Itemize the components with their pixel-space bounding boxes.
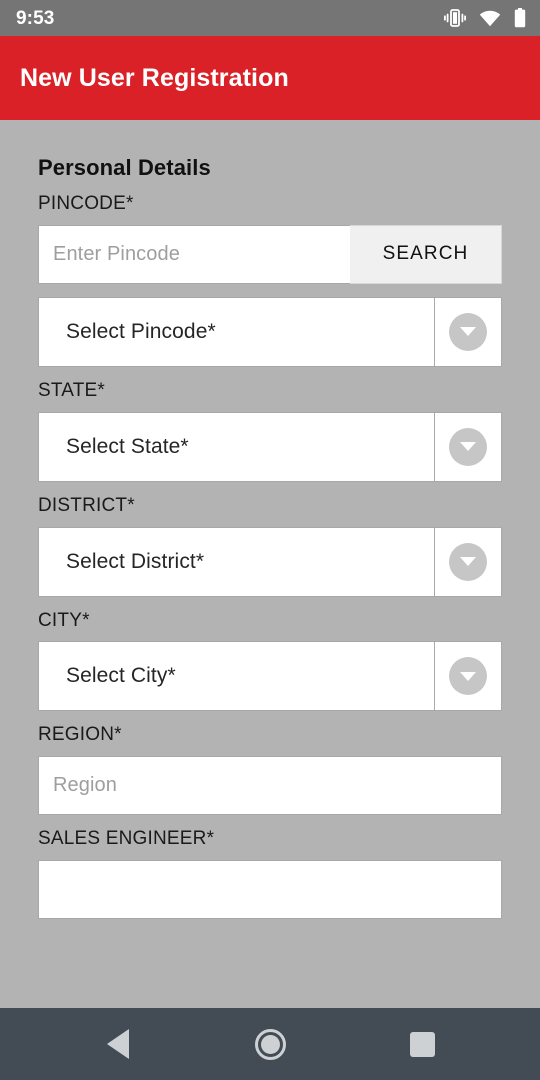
select-pincode-dropdown[interactable]: Select Pincode* (38, 296, 502, 367)
vibrate-icon (444, 9, 466, 27)
page-title: New User Registration (20, 63, 289, 92)
home-circle-icon (254, 1028, 286, 1060)
field-select-pincode: Select Pincode* (38, 296, 502, 367)
field-pincode: PINCODE* Enter Pincode SEARCH (38, 193, 502, 284)
search-button[interactable]: SEARCH (350, 224, 502, 284)
select-city-dropdown[interactable]: Select City* (38, 641, 502, 712)
battery-icon (514, 8, 526, 28)
label-city: CITY* (38, 609, 90, 631)
chevron-down-icon (449, 657, 487, 696)
chevron-down-icon (449, 312, 487, 351)
nav-home-button[interactable] (238, 1020, 302, 1068)
select-state-dropdown[interactable]: Select State* (38, 411, 502, 482)
chevron-down-icon (449, 542, 487, 581)
status-bar-clock: 9:53 (16, 7, 55, 29)
phone-screen: 9:53 New User Registration Personal Deta… (0, 0, 540, 1080)
status-bar-icons (444, 8, 526, 28)
pincode-row: Enter Pincode SEARCH (38, 224, 502, 284)
chevron-down-icon (449, 427, 487, 466)
select-pincode-arrow-box[interactable] (434, 296, 502, 367)
select-district-face[interactable]: Select District* (38, 526, 434, 597)
field-sales-engineer: SALES ENGINEER* (38, 828, 502, 920)
nav-recents-button[interactable] (390, 1020, 454, 1068)
status-bar: 9:53 (0, 0, 540, 36)
select-state-face[interactable]: Select State* (38, 411, 434, 482)
select-city-face[interactable]: Select City* (38, 641, 434, 712)
region-input[interactable]: Region (38, 756, 502, 816)
wifi-icon (479, 10, 501, 27)
registration-form: Personal Details PINCODE* Enter Pincode … (0, 120, 540, 1008)
back-triangle-icon (107, 1029, 129, 1059)
region-input-placeholder: Region (53, 774, 117, 797)
label-region: REGION* (38, 724, 122, 746)
sales-engineer-input[interactable] (38, 860, 502, 920)
field-district: DISTRICT* Select District* (38, 495, 502, 597)
select-state-value: Select State* (66, 434, 189, 458)
label-state: STATE* (38, 379, 106, 401)
select-city-arrow-box[interactable] (434, 641, 502, 712)
app-bar: New User Registration (0, 36, 540, 120)
field-state: STATE* Select State* (38, 380, 502, 482)
search-button-label: SEARCH (382, 243, 469, 265)
select-pincode-face[interactable]: Select Pincode* (38, 296, 434, 367)
label-sales-engineer: SALES ENGINEER* (38, 828, 215, 850)
select-state-arrow-box[interactable] (434, 411, 502, 482)
select-district-dropdown[interactable]: Select District* (38, 526, 502, 597)
field-city: CITY* Select City* (38, 610, 502, 712)
select-city-value: Select City* (66, 664, 176, 688)
select-pincode-value: Select Pincode* (66, 319, 216, 343)
pincode-input-placeholder: Enter Pincode (53, 242, 180, 265)
field-region: REGION* Region (38, 724, 502, 816)
label-pincode: PINCODE* (38, 193, 134, 214)
pincode-input[interactable]: Enter Pincode (38, 224, 350, 284)
recents-square-icon (409, 1031, 435, 1057)
section-title-personal-details: Personal Details (38, 155, 211, 180)
select-district-arrow-box[interactable] (434, 526, 502, 597)
android-navigation-bar (0, 1008, 540, 1080)
select-district-value: Select District* (66, 549, 205, 573)
nav-back-button[interactable] (86, 1020, 150, 1068)
label-district: DISTRICT* (38, 494, 135, 516)
